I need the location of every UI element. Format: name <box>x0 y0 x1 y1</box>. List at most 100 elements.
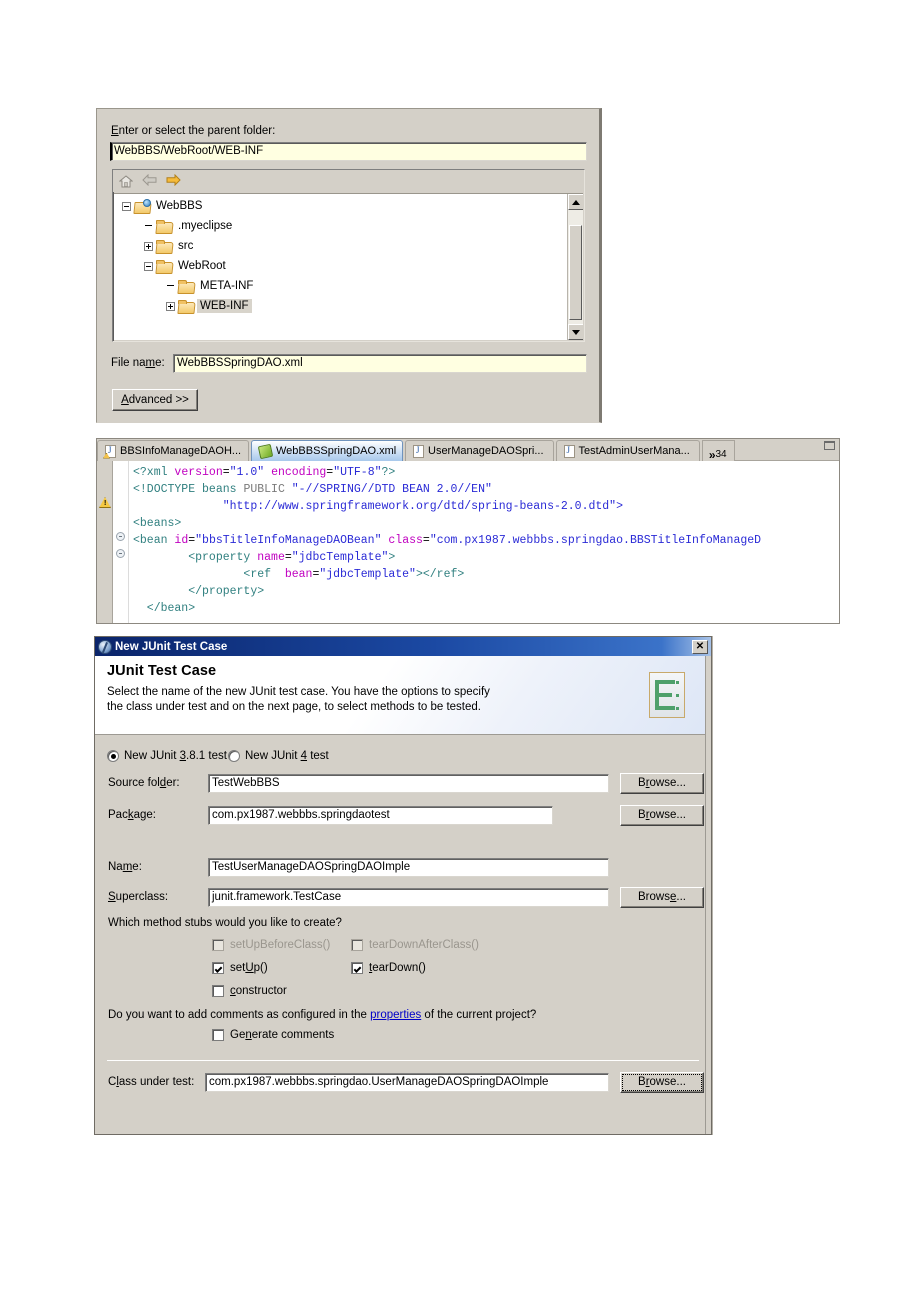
editor-tab[interactable]: WebBBSSpringDAO.xml ✕ <box>251 440 403 461</box>
editor-tab[interactable]: BBSInfoManageDAOH... <box>97 440 249 461</box>
checkbox-constructor-indicator[interactable] <box>212 985 224 997</box>
checkbox-setupbeforeclass: setUpBeforeClass() <box>212 939 330 951</box>
class-under-test-input[interactable]: com.px1987.webbbs.springdao.UserManageDA… <box>205 1073 609 1092</box>
tree-item[interactable]: WebRoot <box>114 256 566 276</box>
warning-overlay-icon <box>103 452 110 459</box>
forward-arrow-icon[interactable] <box>166 173 181 189</box>
tree-item[interactable]: src <box>114 236 566 256</box>
folder-icon <box>178 299 194 313</box>
scroll-thumb[interactable] <box>569 225 582 320</box>
checkbox-constructor[interactable]: constructor <box>212 985 287 997</box>
collapse-icon[interactable] <box>122 201 131 211</box>
folder-tree[interactable]: WebBBS .myeclipse src WebRoot META-INF WEB-IN… <box>114 193 583 340</box>
tree-item[interactable]: WEB-INF <box>114 296 566 316</box>
minimize-editor-icon[interactable] <box>824 441 835 450</box>
description-line-1: Select the name of the new JUnit test ca… <box>107 686 490 698</box>
editor-tab[interactable]: UserManageDAOSpri... <box>405 440 554 461</box>
code-line: <ref bean="jdbcTemplate"></ref> <box>133 566 839 583</box>
code-token: "jdbcTemplate" <box>291 551 389 564</box>
code-line: <beans> <box>133 515 839 532</box>
editor-tab-bar: BBSInfoManageDAOH... WebBBSSpringDAO.xml ✕… <box>97 439 839 461</box>
code-token: "1.0" <box>229 466 265 479</box>
code-token: "-//SPRING//DTD BEAN 2.0//EN" <box>291 483 492 496</box>
package-browse-button[interactable]: Browse... <box>620 805 704 826</box>
tree-item[interactable]: META-INF <box>114 276 566 296</box>
properties-link[interactable]: properties <box>370 1009 421 1021</box>
tree-vertical-scrollbar[interactable] <box>567 194 583 340</box>
class-under-test-browse-button[interactable]: Browse... <box>620 1072 704 1093</box>
xml-source-code[interactable]: <?xml version="1.0" encoding="UTF-8"?> <!… <box>129 461 839 623</box>
dialog-heading: JUnit Test Case <box>107 663 217 679</box>
more-tabs-button[interactable]: » 34 <box>701 440 735 461</box>
radio-junit-38[interactable]: New JUnit 3.8.1 test <box>107 750 227 762</box>
checkbox-teardown-indicator[interactable] <box>351 962 363 974</box>
radio-junit-4[interactable]: New JUnit 4 test <box>228 750 329 762</box>
editor-tab-label: UserManageDAOSpri... <box>428 445 544 457</box>
project-folder-icon <box>134 198 151 213</box>
tree-item[interactable]: .myeclipse <box>114 216 566 236</box>
folder-icon <box>156 219 172 233</box>
checkbox-generate-comments[interactable]: Generate comments <box>212 1029 334 1041</box>
name-input[interactable]: TestUserManageDAOSpringDAOImple <box>208 858 609 877</box>
code-token: <!DOCTYPE <box>133 483 203 496</box>
code-token: > <box>388 551 396 564</box>
dialog-header: JUnit Test Case Select the name of the n… <box>95 656 711 735</box>
folding-ruler[interactable] <box>113 461 129 623</box>
code-token: <?xml <box>133 466 175 479</box>
code-token: <ref <box>133 568 285 581</box>
checkbox-teardown-label: tearDown() <box>369 962 426 974</box>
checkbox-setupbeforeclass-indicator <box>212 939 224 951</box>
radio-junit-38-label: New JUnit 3.8.1 test <box>124 750 227 762</box>
annotation-ruler[interactable] <box>97 461 113 623</box>
comments-question: Do you want to add comments as configure… <box>108 1009 536 1021</box>
editor-tab[interactable]: TestAdminUserMana... <box>555 440 700 461</box>
xml-file-icon <box>257 443 274 459</box>
java-file-icon <box>563 444 575 458</box>
package-input[interactable]: com.px1987.webbbs.springdaotest <box>208 806 553 825</box>
source-folder-input[interactable]: TestWebBBS <box>208 774 609 793</box>
tree-indent <box>166 282 175 291</box>
scroll-up-button[interactable] <box>568 194 583 210</box>
checkbox-setup[interactable]: setUp() <box>212 962 268 974</box>
tree-item-label: .myeclipse <box>178 220 233 232</box>
parent-folder-label: Enter or select the parent folder: <box>111 125 276 137</box>
code-token: <property <box>133 551 258 564</box>
expand-icon[interactable] <box>144 241 153 251</box>
close-button[interactable]: ✕ <box>692 639 708 654</box>
parent-folder-input[interactable]: WebBBS/WebRoot/WEB-INF <box>110 142 587 161</box>
dialog-title-bar: New JUnit Test Case ✕ <box>95 637 711 656</box>
code-token: = <box>422 534 430 547</box>
checkbox-teardownafterclass-label: tearDownAfterClass() <box>369 939 479 951</box>
tree-item[interactable]: WebBBS <box>114 196 566 216</box>
folder-tree-container: WebBBS .myeclipse src WebRoot META-INF WEB-IN… <box>112 169 585 342</box>
code-token: "http://www.springframework.org/dtd/spri… <box>222 500 623 513</box>
scroll-down-button[interactable] <box>568 324 583 340</box>
code-token: "com.px1987.webbbs.springdao.BBSTitleInf… <box>429 534 762 547</box>
superclass-input[interactable]: junit.framework.TestCase <box>208 888 609 907</box>
checkbox-setup-indicator[interactable] <box>212 962 224 974</box>
file-name-input[interactable]: WebBBSSpringDAO.xml <box>173 354 587 373</box>
back-arrow-icon[interactable] <box>142 173 157 189</box>
code-token: = <box>222 466 230 479</box>
code-line: <!DOCTYPE beans PUBLIC "-//SPRING//DTD B… <box>133 481 839 498</box>
fold-toggle-icon[interactable] <box>116 549 125 558</box>
home-icon[interactable] <box>118 174 134 188</box>
close-tab-icon[interactable]: ✕ <box>402 445 403 458</box>
tree-indent <box>144 222 153 231</box>
superclass-label: Superclass: <box>108 891 169 903</box>
superclass-browse-button[interactable]: Browse... <box>620 887 704 908</box>
junit-app-icon <box>98 639 112 654</box>
warning-marker-icon[interactable] <box>99 497 111 508</box>
fold-toggle-icon[interactable] <box>116 532 125 541</box>
checkbox-teardown[interactable]: tearDown() <box>351 962 426 974</box>
expand-icon[interactable] <box>166 301 175 311</box>
code-token: version <box>174 466 223 479</box>
radio-junit-38-indicator[interactable] <box>107 750 119 762</box>
checkbox-generate-comments-indicator[interactable] <box>212 1029 224 1041</box>
radio-junit-4-indicator[interactable] <box>228 750 240 762</box>
code-token: </bean> <box>133 602 196 615</box>
collapse-icon[interactable] <box>144 261 153 271</box>
source-folder-browse-button[interactable]: Browse... <box>620 773 704 794</box>
advanced-button[interactable]: Advanced >> <box>112 389 198 411</box>
tree-item-label: META-INF <box>200 280 254 292</box>
